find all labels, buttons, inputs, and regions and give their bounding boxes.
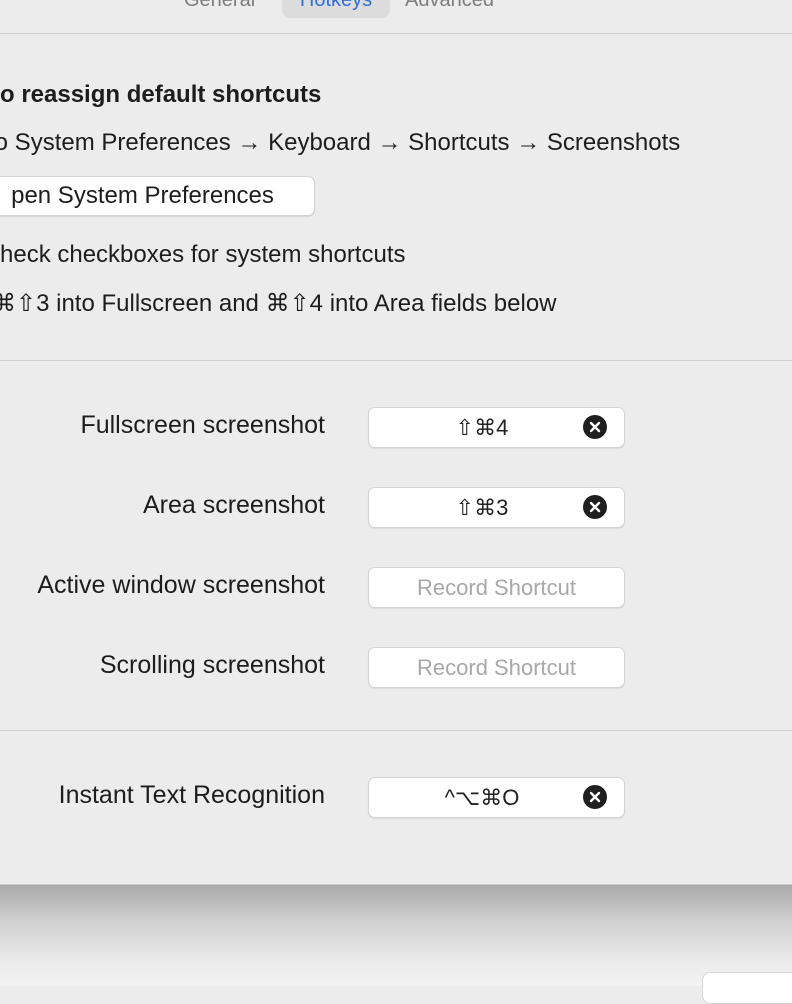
instruction-step-1: to System Preferences → Keyboard → Short… <box>0 129 681 156</box>
active-window-shortcut-field[interactable]: Record Shortcut <box>368 567 625 608</box>
scrolling-shortcut-field[interactable]: Record Shortcut <box>368 647 625 688</box>
shortcut-value: ⇧⌘4 <box>455 415 509 440</box>
window-shadow <box>0 885 792 986</box>
active-window-screenshot-label: Active window screenshot <box>37 571 325 599</box>
clear-icon[interactable] <box>583 495 607 519</box>
record-shortcut-placeholder: Record Shortcut <box>417 655 576 680</box>
clear-icon[interactable] <box>583 415 607 439</box>
preferences-panel: General Hotkeys Advanced to reassign def… <box>0 0 792 885</box>
tab-general[interactable]: General <box>184 0 255 18</box>
instruction-step-3: ⌘⇧3 into Fullscreen and ⌘⇧4 into Area fi… <box>0 290 557 317</box>
shortcut-value: ⇧⌘3 <box>455 495 509 520</box>
open-system-preferences-button[interactable]: pen System Preferences <box>0 176 315 216</box>
text-recognition-label: Instant Text Recognition <box>58 781 325 809</box>
tab-advanced[interactable]: Advanced <box>405 0 494 18</box>
divider <box>0 360 792 361</box>
record-shortcut-placeholder: Record Shortcut <box>417 575 576 600</box>
background-window-edge <box>702 972 792 1004</box>
scrolling-screenshot-label: Scrolling screenshot <box>99 651 325 679</box>
instructions-heading: to reassign default shortcuts <box>0 81 322 108</box>
shortcut-value: ^⌥⌘O <box>444 785 520 810</box>
fullscreen-shortcut-field[interactable]: ⇧⌘4 <box>368 407 625 448</box>
tab-hotkeys[interactable]: Hotkeys <box>282 0 390 18</box>
tab-bar: General Hotkeys Advanced <box>0 0 792 34</box>
clear-icon[interactable] <box>583 785 607 809</box>
text-recognition-shortcut-field[interactable]: ^⌥⌘O <box>368 777 625 818</box>
fullscreen-screenshot-label: Fullscreen screenshot <box>80 411 325 439</box>
divider <box>0 730 792 731</box>
area-screenshot-label: Area screenshot <box>142 491 325 519</box>
area-shortcut-field[interactable]: ⇧⌘3 <box>368 487 625 528</box>
instruction-step-2: check checkboxes for system shortcuts <box>0 241 406 268</box>
